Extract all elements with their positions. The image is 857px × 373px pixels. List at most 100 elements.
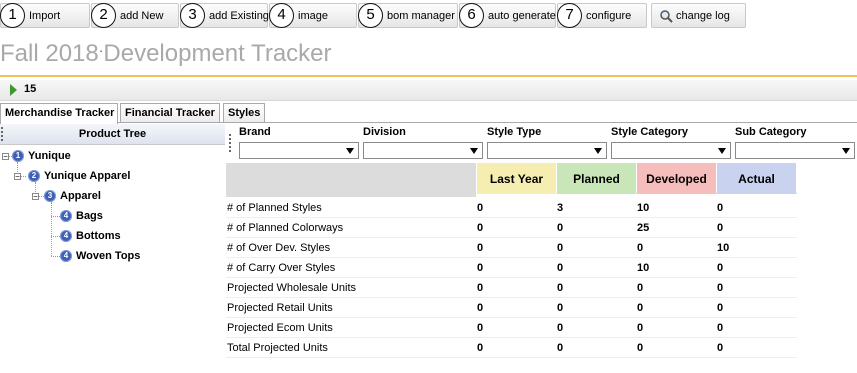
dropdown-arrow-icon (346, 148, 354, 154)
tree-node-yunique-apparel[interactable]: 2 Yunique Apparel (28, 168, 130, 184)
table-row[interactable]: Projected Wholesale Units 0 0 0 0 (226, 278, 797, 298)
style-category-select[interactable] (611, 142, 731, 159)
cell-value[interactable]: 0 (557, 302, 563, 314)
panel-grip-icon[interactable] (1, 127, 3, 141)
division-select[interactable] (363, 142, 483, 159)
row-label: Total Projected Units (227, 342, 328, 354)
step-5-number: 5 (358, 3, 383, 28)
import-label: Import (29, 10, 61, 22)
cell-value[interactable]: 0 (557, 342, 563, 354)
table-row[interactable]: Total Projected Units 0 0 0 0 (226, 338, 797, 358)
import-button[interactable]: 1 Import (0, 3, 90, 28)
cell-value[interactable]: 0 (637, 322, 643, 334)
row-label: # of Planned Colorways (227, 222, 344, 234)
cell-value[interactable]: 0 (477, 302, 483, 314)
cell-value[interactable]: 0 (557, 282, 563, 294)
cell-value[interactable]: 0 (557, 262, 563, 274)
tree-node-woven-tops[interactable]: 4 Woven Tops (60, 248, 140, 264)
auto-generate-button[interactable]: 6 auto generate (459, 3, 556, 28)
column-header-last-year[interactable]: Last Year (477, 163, 557, 194)
cell-value[interactable]: 0 (717, 262, 723, 274)
tree-node-apparel[interactable]: 3 Apparel (44, 188, 101, 204)
product-tree-title: Product Tree (78, 128, 147, 140)
cell-value[interactable]: 0 (477, 282, 483, 294)
add-existing-button[interactable]: 3 add Existing (180, 3, 269, 28)
bom-manager-label: bom manager (387, 10, 455, 22)
tree-connector (51, 236, 60, 237)
configure-button[interactable]: 7 configure (557, 3, 647, 28)
step-2-number: 2 (91, 3, 116, 28)
tab-merchandise-tracker[interactable]: Merchandise Tracker (0, 103, 118, 124)
cell-value[interactable]: 0 (717, 302, 723, 314)
tab-financial-tracker[interactable]: Financial Tracker (120, 103, 220, 122)
change-log-button[interactable]: change log (651, 3, 746, 28)
image-button[interactable]: 4 image (269, 3, 357, 28)
product-tree-panel: Product Tree − − − 1 Yunique 2 Yunique App… (0, 124, 225, 373)
cell-value[interactable]: 10 (637, 262, 649, 274)
cell-value[interactable]: 0 (717, 222, 723, 234)
dropdown-arrow-icon (842, 148, 850, 154)
cell-value[interactable]: 0 (557, 322, 563, 334)
cell-value[interactable]: 0 (637, 302, 643, 314)
cell-value[interactable]: 0 (717, 282, 723, 294)
column-header-planned[interactable]: Planned (557, 163, 637, 194)
table-row[interactable]: # of Over Dev. Styles 0 0 0 10 (226, 238, 797, 258)
level-badge: 3 (44, 190, 56, 202)
collapse-icon[interactable]: − (14, 173, 21, 181)
tree-node-label: Woven Tops (76, 250, 141, 262)
tree-node-label: Bottoms (76, 230, 121, 242)
tree-node-bottoms[interactable]: 4 Bottoms (60, 228, 121, 244)
collapse-icon[interactable]: − (32, 193, 39, 201)
table-row[interactable]: # of Planned Styles 0 3 10 0 (226, 198, 797, 218)
add-new-button[interactable]: 2 add New (91, 3, 179, 28)
cell-value[interactable]: 0 (637, 342, 643, 354)
tree-connector (51, 216, 60, 217)
cell-value[interactable]: 0 (717, 342, 723, 354)
cell-value[interactable]: 25 (637, 222, 649, 234)
tab-styles[interactable]: Styles (223, 103, 265, 122)
cell-value[interactable]: 0 (717, 322, 723, 334)
cell-value[interactable]: 0 (477, 222, 483, 234)
table-row[interactable]: Projected Ecom Units 0 0 0 0 (226, 318, 797, 338)
row-label: # of Planned Styles (227, 202, 322, 214)
cell-value[interactable]: 0 (557, 242, 563, 254)
style-type-filter-label: Style Type (487, 126, 542, 138)
cell-value[interactable]: 10 (717, 242, 729, 254)
table-row[interactable]: Projected Retail Units 0 0 0 0 (226, 298, 797, 318)
cell-value[interactable]: 0 (477, 322, 483, 334)
configure-label: configure (586, 10, 632, 22)
row-label: # of Carry Over Styles (227, 262, 336, 274)
tree-node-yunique[interactable]: 1 Yunique (12, 148, 71, 164)
column-header-actual[interactable]: Actual (717, 163, 797, 194)
tree-node-bags[interactable]: 4 Bags (60, 208, 103, 224)
table-row[interactable]: # of Planned Colorways 0 0 25 0 (226, 218, 797, 238)
bom-manager-button[interactable]: 5 bom manager (358, 3, 458, 28)
dropdown-arrow-icon (470, 148, 478, 154)
dropdown-arrow-icon (594, 148, 602, 154)
cell-value[interactable]: 0 (477, 202, 483, 214)
tree-node-label: Yunique (28, 150, 71, 162)
panel-grip-icon[interactable] (229, 134, 231, 152)
image-label: image (298, 10, 328, 22)
cell-value[interactable]: 0 (477, 342, 483, 354)
filter-bar: Brand Division Style Type Style Category… (229, 124, 857, 162)
step-1-number: 1 (0, 3, 25, 28)
cell-value[interactable]: 0 (557, 222, 563, 234)
play-icon[interactable] (10, 84, 17, 96)
table-row[interactable]: # of Carry Over Styles 0 0 10 0 (226, 258, 797, 278)
style-type-select[interactable] (487, 142, 607, 159)
brand-select[interactable] (239, 142, 359, 159)
cell-value[interactable]: 3 (557, 202, 563, 214)
cell-value[interactable]: 0 (477, 262, 483, 274)
sub-category-select[interactable] (735, 142, 855, 159)
tree-node-label: Yunique Apparel (44, 170, 131, 182)
cell-value[interactable]: 0 (477, 242, 483, 254)
cell-value[interactable]: 10 (637, 202, 649, 214)
cell-value[interactable]: 0 (637, 242, 643, 254)
cell-value[interactable]: 0 (717, 202, 723, 214)
page-title: Fall 2018·Development Tracker (0, 40, 332, 68)
level-badge: 1 (12, 150, 24, 162)
column-header-developed[interactable]: Developed (637, 163, 717, 194)
collapse-icon[interactable]: − (2, 153, 9, 161)
cell-value[interactable]: 0 (637, 282, 643, 294)
